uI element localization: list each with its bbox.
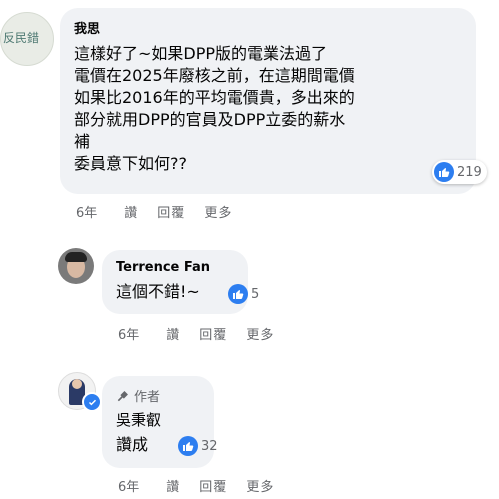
reaction-number: 5 (251, 286, 260, 302)
reply-button[interactable]: 回覆 (199, 324, 227, 343)
reply-button[interactable]: 回覆 (157, 202, 185, 221)
reaction-number: 32 (201, 438, 218, 454)
timestamp[interactable]: 6年 (118, 476, 139, 495)
more-button[interactable]: 更多 (246, 324, 274, 343)
like-icon (178, 436, 198, 456)
comment-text: 這個不錯!~ (116, 282, 200, 301)
reaction-number: 219 (457, 164, 482, 180)
avatar[interactable]: 反民錯 (0, 12, 54, 66)
comment-bubble: Terrence Fan 這個不錯!~ (102, 250, 248, 314)
like-button[interactable]: 讚 (166, 476, 180, 495)
verified-badge-icon (82, 392, 102, 412)
reply-button[interactable]: 回覆 (199, 476, 227, 495)
comment-author[interactable]: 我思 (74, 18, 462, 37)
like-button[interactable]: 讚 (124, 202, 138, 221)
timestamp[interactable]: 6年 (118, 324, 139, 343)
author-badge-label: 作者 (134, 390, 161, 405)
comment-bubble: 我思 這樣好了~如果DPP版的電業法過了 電價在2025年廢核之前，在這期間電價… (60, 8, 476, 194)
reaction-count[interactable]: 32 (176, 434, 223, 458)
avatar-text: 反民錯 (3, 31, 40, 45)
reaction-count[interactable]: 219 (432, 160, 487, 184)
comment-author[interactable]: Terrence Fan (116, 260, 234, 275)
microphone-icon (117, 390, 128, 401)
like-icon (228, 284, 248, 304)
more-button[interactable]: 更多 (204, 202, 232, 221)
comment-text: 這樣好了~如果DPP版的電業法過了 電價在2025年廢核之前，在這期間電價 如果… (74, 44, 355, 173)
timestamp[interactable]: 6年 (76, 202, 97, 221)
avatar-face (72, 379, 82, 389)
more-button[interactable]: 更多 (246, 476, 274, 495)
comment-actions: 6年 讚 回覆 更多 (76, 202, 251, 221)
avatar-hair (65, 252, 87, 262)
comment-actions: 6年 讚 回覆 更多 (118, 476, 293, 495)
like-icon (434, 162, 454, 182)
comment-author[interactable]: 吳秉叡 (116, 409, 200, 430)
reaction-count[interactable]: 5 (226, 282, 264, 306)
avatar[interactable] (58, 248, 94, 284)
like-button[interactable]: 讚 (166, 324, 180, 343)
author-badge: 作者 (116, 386, 200, 405)
comment-actions: 6年 讚 回覆 更多 (118, 324, 293, 343)
